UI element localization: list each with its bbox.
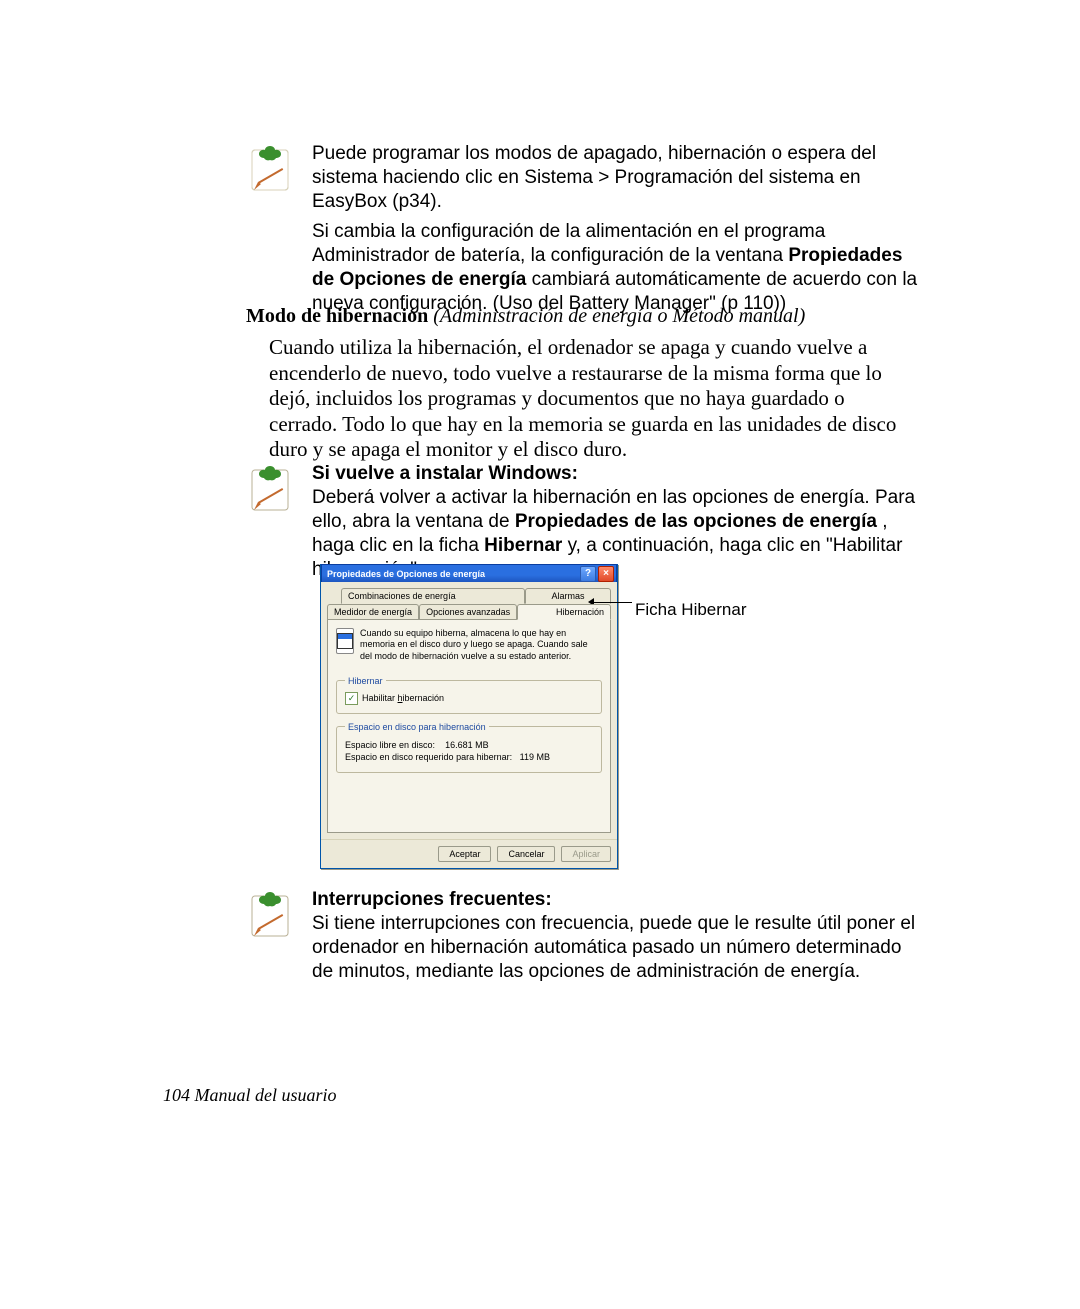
tab-label: Opciones avanzadas	[426, 607, 510, 617]
note1-p2a: Si cambia la configuración de la aliment…	[312, 221, 825, 266]
checkbox-label: Habilitar hibernación	[362, 693, 444, 703]
note-icon	[246, 462, 296, 514]
section-title: Modo de hibernación (Administración de e…	[246, 305, 906, 328]
tab-hibernacion[interactable]: Hibernación	[517, 604, 611, 620]
group-hibernar: Hibernar ✓ Habilitar hibernación	[336, 676, 602, 714]
note-icon	[246, 888, 296, 940]
dialog-titlebar[interactable]: Propiedades de Opciones de energía ? ×	[321, 564, 617, 582]
page-footer: 104 Manual del usuario	[163, 1085, 337, 1106]
ok-button[interactable]: Aceptar	[438, 846, 491, 862]
group-hibernar-legend: Hibernar	[345, 676, 386, 686]
monitor-icon	[336, 628, 354, 654]
note3-p1: Si tiene interrupciones con frecuencia, …	[312, 912, 918, 984]
note-icon	[246, 142, 296, 194]
kv1-value: 16.681 MB	[445, 740, 489, 750]
tab-label: Hibernación	[556, 607, 604, 617]
group-espacio-legend: Espacio en disco para hibernación	[345, 722, 489, 732]
note1-p1: Puede programar los modos de apagado, hi…	[312, 143, 876, 212]
tab-combinaciones[interactable]: Combinaciones de energía	[341, 588, 525, 604]
cancel-button[interactable]: Cancelar	[497, 846, 555, 862]
section-title-italic: (Administración de energía o Método manu…	[428, 305, 805, 327]
body-paragraph: Cuando utiliza la hibernación, el ordena…	[269, 335, 914, 463]
note3-head: Interrupciones frecuentes:	[312, 888, 918, 912]
tab-medidor[interactable]: Medidor de energía	[327, 604, 419, 620]
section-title-strong: Modo de hibernación	[246, 305, 428, 327]
note2-p1b: Propiedades de las opciones de energía	[515, 511, 877, 532]
note-1-text: Puede programar los modos de apagado, hi…	[312, 142, 918, 316]
help-icon[interactable]: ?	[580, 566, 596, 582]
apply-button[interactable]: Aplicar	[561, 846, 611, 862]
checkbox-habilitar-hibernacion[interactable]: ✓	[345, 692, 358, 705]
tab-label: Alarmas	[551, 591, 584, 601]
kv2-label: Espacio en disco requerido para hibernar…	[345, 752, 512, 762]
dialog-screenshot: Propiedades de Opciones de energía ? × C…	[320, 564, 618, 869]
group-espacio: Espacio en disco para hibernación Espaci…	[336, 722, 602, 773]
kv2-value: 119 MB	[520, 752, 550, 762]
tab-label: Combinaciones de energía	[348, 591, 456, 601]
close-icon[interactable]: ×	[598, 566, 614, 582]
tab-label: Medidor de energía	[334, 607, 412, 617]
tab-opciones-avanzadas[interactable]: Opciones avanzadas	[419, 604, 517, 620]
dialog-info-text: Cuando su equipo hiberna, almacena lo qu…	[360, 628, 602, 662]
note2-p1d: Hibernar	[484, 535, 562, 556]
callout-line	[592, 602, 632, 603]
note2-head: Si vuelve a instalar Windows:	[312, 462, 918, 486]
dialog-title: Propiedades de Opciones de energía	[327, 569, 485, 579]
kv1-label: Espacio libre en disco:	[345, 740, 435, 750]
note-3-text: Interrupciones frecuentes: Si tiene inte…	[312, 888, 918, 984]
callout-label: Ficha Hibernar	[635, 600, 747, 620]
